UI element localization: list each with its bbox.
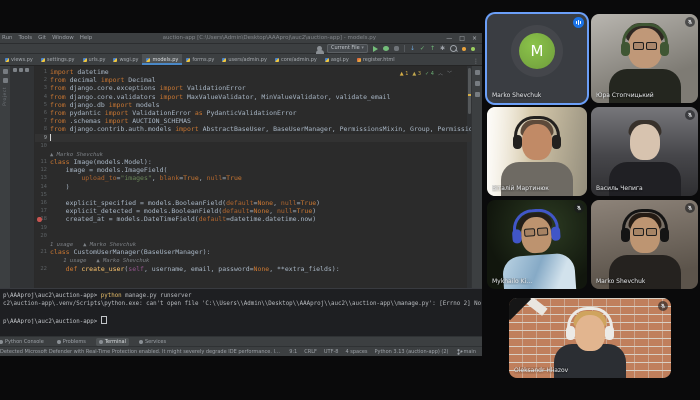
headphones-band (622, 23, 668, 44)
participant-video (487, 200, 587, 289)
headphone-cup-left (512, 229, 522, 244)
headphones-band (514, 116, 560, 137)
participant-tile-3[interactable]: Василь Чепига (591, 107, 698, 196)
participant-tile-5[interactable]: Marko Shevchuk (591, 200, 698, 289)
audio-speaking-icon (573, 17, 584, 28)
person-head (630, 124, 660, 160)
mic-muted-icon (658, 301, 668, 311)
mic-muted-icon (685, 17, 695, 27)
headphone-cup-left (621, 42, 630, 56)
avatar-letter: M (531, 42, 544, 60)
glasses (633, 42, 657, 50)
participants-grid: M Marko Shevchuk Юра Стопчицький Віталій Ма… (0, 0, 700, 400)
participant-tile-0[interactable]: M Marko Shevchuk (487, 14, 587, 103)
participant-tile-2[interactable]: Віталій Мартинюк (487, 107, 587, 196)
headphones-band (622, 209, 668, 230)
participant-video (591, 107, 698, 196)
avatar: M (519, 33, 555, 69)
headphone-cup-right (551, 226, 561, 241)
glasses (524, 227, 548, 237)
participant-name: Віталій Мартинюк (492, 185, 549, 192)
headphone-cup-right (605, 326, 614, 340)
glasses (633, 228, 657, 236)
participant-name: Oleksandr Hliazov (514, 367, 568, 374)
participant-name: Юра Стопчицький (596, 92, 654, 99)
participant-video (509, 298, 671, 378)
mic-muted-icon (574, 203, 584, 213)
participant-name: Василь Чепига (596, 185, 643, 192)
participant-video (591, 14, 698, 103)
headphone-cup-left (566, 326, 575, 340)
participant-tile-6[interactable]: Oleksandr Hliazov (509, 298, 671, 378)
participant-video (487, 107, 587, 196)
headphone-cup-right (660, 42, 669, 56)
participant-name: Marko Shevchuk (596, 278, 645, 285)
headphone-cup-left (513, 135, 522, 149)
headphone-cup-right (660, 228, 669, 242)
headphone-cup-left (621, 228, 630, 242)
participant-video (591, 200, 698, 289)
headphone-cup-right (552, 135, 561, 149)
participant-name: Mykhailo Ki… (492, 278, 532, 285)
participant-tile-1[interactable]: Юра Стопчицький (591, 14, 698, 103)
meeting-screen: RunToolsGitWindowHelp auction-app [C:\Us… (0, 0, 700, 400)
mic-muted-icon (685, 203, 695, 213)
headphones-band (567, 307, 613, 328)
participant-tile-4[interactable]: Mykhailo Ki… (487, 200, 587, 289)
participant-name: Marko Shevchuk (492, 92, 541, 99)
mic-muted-icon (685, 110, 695, 120)
